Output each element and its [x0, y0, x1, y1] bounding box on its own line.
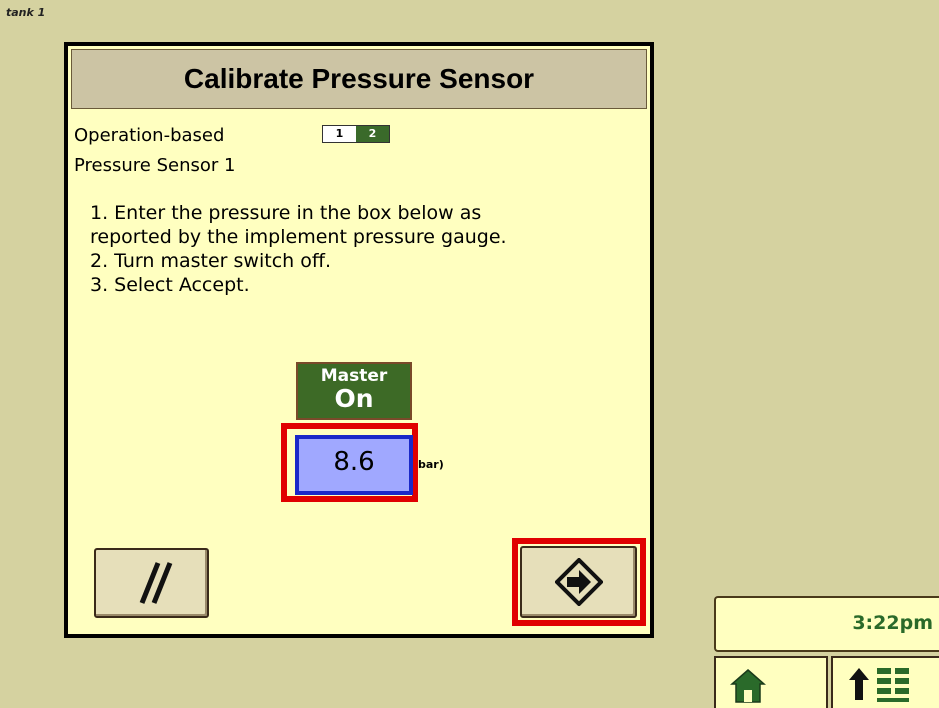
master-state: On	[334, 384, 374, 413]
clock-time: 3:22pm	[852, 612, 933, 634]
instruction-line: 1. Enter the pressure in the box below a…	[90, 202, 482, 224]
menu-up-arrow-icon	[849, 668, 909, 702]
instruction-line: 2. Turn master switch off.	[90, 250, 331, 272]
instructions: 1. Enter the pressure in the box below a…	[90, 201, 640, 297]
clock-panel: 3:22pm	[714, 596, 939, 652]
accept-arrow-icon	[554, 558, 603, 606]
pressure-unit: bar)	[418, 458, 444, 471]
instruction-line: reported by the implement pressure gauge…	[90, 226, 507, 248]
mode-toggle[interactable]: 1 2	[322, 125, 390, 143]
master-label: Master	[320, 366, 388, 386]
tank-label: tank 1	[6, 6, 46, 19]
instruction-line: 3. Select Accept.	[90, 274, 250, 296]
mode-label: Operation-based	[74, 125, 225, 146]
accept-button[interactable]	[520, 546, 637, 618]
mode-option-2[interactable]: 2	[356, 126, 389, 142]
menu-button[interactable]	[831, 656, 939, 708]
sensor-name: Pressure Sensor 1	[74, 155, 236, 176]
home-button[interactable]	[714, 656, 828, 708]
pressure-input[interactable]: 8.6	[295, 435, 413, 495]
mode-option-1[interactable]: 1	[323, 126, 356, 142]
calibrate-dialog: Calibrate Pressure Sensor Operation-base…	[64, 42, 654, 638]
cancel-slashes-icon	[139, 562, 172, 604]
dialog-title: Calibrate Pressure Sensor	[71, 49, 647, 109]
cancel-button[interactable]	[94, 548, 209, 618]
home-icon	[730, 669, 766, 703]
master-switch-button[interactable]: Master On	[296, 362, 412, 420]
